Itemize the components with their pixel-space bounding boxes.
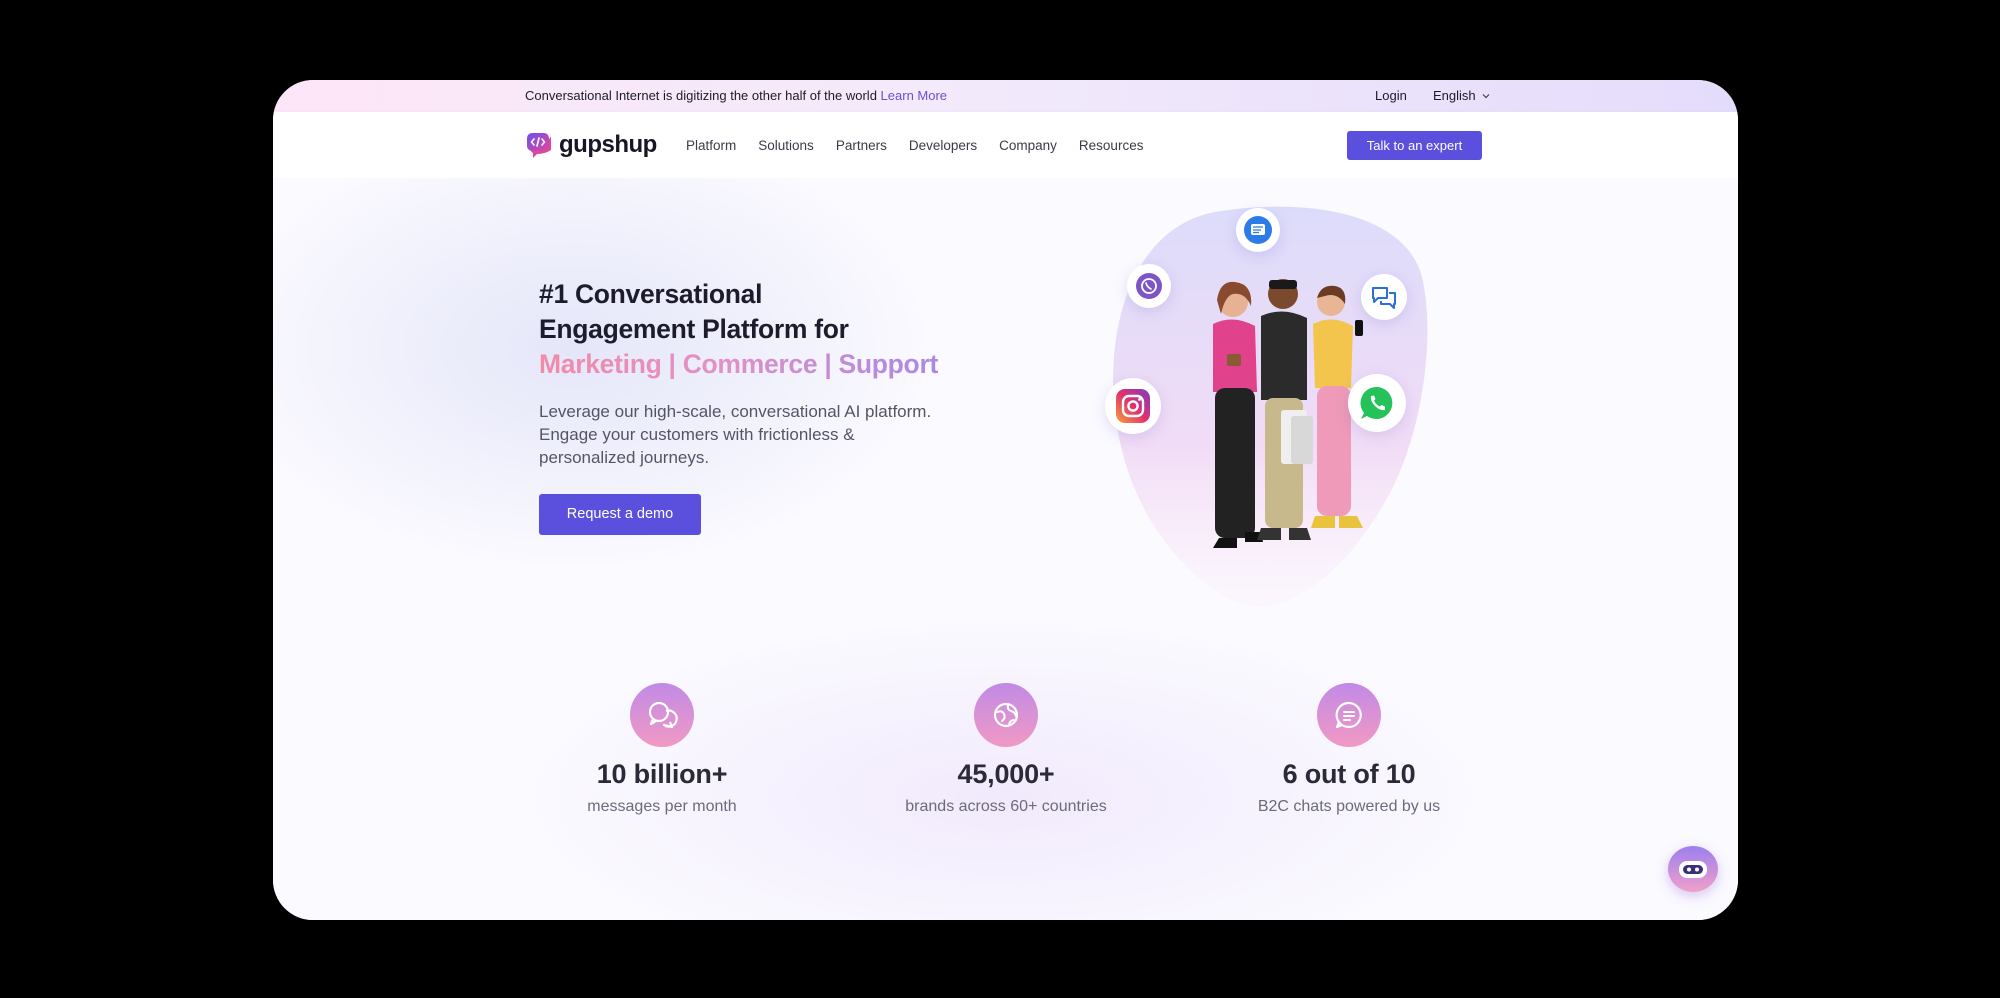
nav-links: Platform Solutions Partners Developers C… [686, 112, 1143, 178]
stat-caption: brands across 60+ countries [905, 798, 1107, 815]
nav-item-solutions[interactable]: Solutions [758, 138, 814, 153]
stat-chats: 6 out of 10 B2C chats powered by us [1199, 683, 1499, 816]
stat-value: 10 billion+ [596, 759, 728, 789]
hero-title-line-2: Engagement Platform for [539, 314, 849, 344]
hero-title-highlight: Marketing | Commerce | Support [539, 349, 938, 379]
nav-item-resources[interactable]: Resources [1079, 138, 1144, 153]
nav-item-developers[interactable]: Developers [909, 138, 977, 153]
stat-brands: 45,000+ brands across 60+ countries [856, 683, 1156, 816]
language-label: English [1433, 88, 1476, 103]
nav-item-platform[interactable]: Platform [686, 138, 736, 153]
hero-title-line-1: #1 Conversational [539, 279, 763, 309]
nav-item-partners[interactable]: Partners [836, 138, 887, 153]
browser-window: Conversational Internet is digitizing th… [273, 80, 1738, 920]
logo-icon [527, 133, 551, 158]
talk-to-expert-button[interactable]: Talk to an expert [1347, 131, 1482, 160]
stat-caption: messages per month [587, 798, 737, 815]
request-demo-button[interactable]: Request a demo [539, 494, 701, 535]
hero-illustration [1085, 202, 1485, 622]
logo-wordmark: gupshup [559, 131, 657, 158]
learn-more-link[interactable]: Learn More [881, 88, 947, 103]
instagram-icon [1105, 378, 1161, 434]
hero-title: #1 Conversational Engagement Platform fo… [539, 277, 999, 382]
sms-icon [1236, 208, 1280, 252]
stat-caption: B2C chats powered by us [1257, 798, 1441, 815]
globe-icon [974, 683, 1038, 747]
login-link[interactable]: Login [1375, 80, 1407, 112]
hero-subtitle: Leverage our high-scale, conversational … [539, 402, 932, 467]
chat-bubbles-icon [630, 683, 694, 747]
chevron-down-icon [1482, 94, 1490, 99]
logo[interactable]: gupshup [525, 128, 657, 162]
chat-icon [1361, 274, 1407, 320]
stat-value: 6 out of 10 [1282, 759, 1416, 789]
stat-value: 45,000+ [957, 759, 1055, 789]
message-icon [1317, 683, 1381, 747]
main-nav: gupshup Platform Solutions Partners Deve… [273, 112, 1738, 178]
chat-widget-button[interactable] [1668, 846, 1718, 892]
whatsapp-icon [1348, 374, 1406, 432]
language-selector[interactable]: English [1433, 80, 1491, 112]
announcement-bar: Conversational Internet is digitizing th… [273, 80, 1738, 112]
nav-item-company[interactable]: Company [999, 138, 1057, 153]
viber-icon [1127, 264, 1171, 308]
chatbot-icon [1679, 861, 1707, 878]
stat-messages: 10 billion+ messages per month [512, 683, 812, 816]
announcement-text: Conversational Internet is digitizing th… [525, 88, 877, 103]
announcement: Conversational Internet is digitizing th… [525, 80, 947, 112]
